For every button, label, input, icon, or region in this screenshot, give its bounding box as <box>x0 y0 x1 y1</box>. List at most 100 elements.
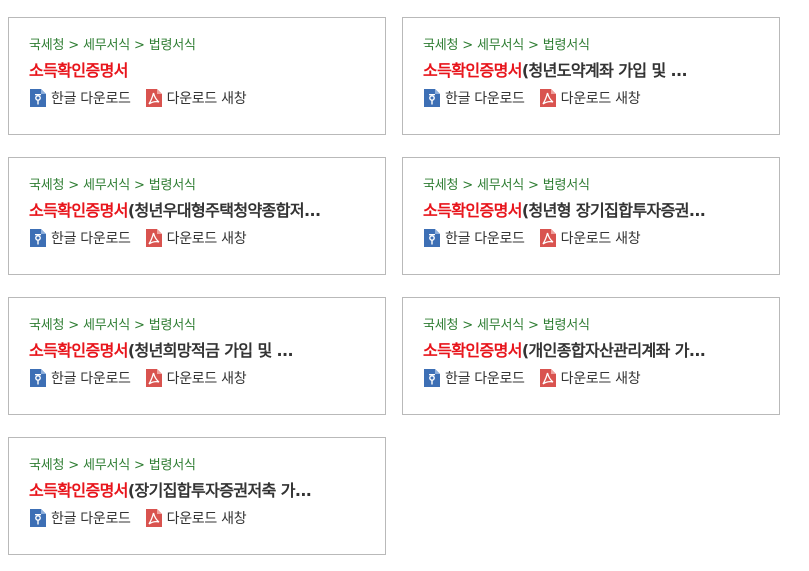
breadcrumb-separator: > <box>68 458 79 473</box>
download-actions: 한글 다운로드 다운로드 새창 <box>423 228 654 248</box>
breadcrumb: 국세청 > 세무서식 > 법령서식 <box>423 34 590 53</box>
form-title-link[interactable]: 소득확인증명서(청년도약계좌 가입 및 ... <box>423 57 763 81</box>
hwp-file-icon <box>423 368 441 388</box>
title-rest: (청년형 장기집합투자증권... <box>521 201 706 220</box>
breadcrumb-item-1[interactable]: 세무서식 <box>83 318 130 333</box>
breadcrumb-item-2[interactable]: 법령서식 <box>149 458 196 473</box>
breadcrumb: 국세청 > 세무서식 > 법령서식 <box>29 174 196 193</box>
breadcrumb-separator: > <box>134 318 145 333</box>
hwp-download-button[interactable]: 한글 다운로드 <box>29 228 131 248</box>
pdf-open-label: 다운로드 새창 <box>166 511 247 527</box>
breadcrumb-item-0[interactable]: 국세청 <box>423 318 458 333</box>
pdf-file-icon <box>145 368 163 388</box>
title-highlight: 소득확인증명서 <box>423 201 522 220</box>
breadcrumb-item-2[interactable]: 법령서식 <box>543 178 590 193</box>
hwp-download-button[interactable]: 한글 다운로드 <box>29 368 131 388</box>
breadcrumb-item-1[interactable]: 세무서식 <box>83 38 130 53</box>
pdf-open-button[interactable]: 다운로드 새창 <box>145 508 247 528</box>
form-title-link[interactable]: 소득확인증명서(개인종합자산관리계좌 가... <box>423 337 763 361</box>
form-result-card: 국세청 > 세무서식 > 법령서식 소득확인증명서(청년희망적금 가입 및 ... 한글… <box>8 297 386 415</box>
breadcrumb-separator: > <box>462 38 473 53</box>
pdf-open-button[interactable]: 다운로드 새창 <box>539 88 641 108</box>
hwp-file-icon <box>29 88 47 108</box>
hwp-file-icon <box>29 508 47 528</box>
breadcrumb-separator: > <box>528 318 539 333</box>
form-title-link[interactable]: 소득확인증명서(청년희망적금 가입 및 ... <box>29 337 369 361</box>
form-title-link[interactable]: 소득확인증명서(장기집합투자증권저축 가... <box>29 477 369 501</box>
breadcrumb-item-2[interactable]: 법령서식 <box>543 38 590 53</box>
breadcrumb-separator: > <box>462 178 473 193</box>
breadcrumb-item-0[interactable]: 국세청 <box>29 178 64 193</box>
hwp-download-button[interactable]: 한글 다운로드 <box>423 228 525 248</box>
hwp-file-icon <box>29 228 47 248</box>
hwp-download-button[interactable]: 한글 다운로드 <box>423 88 525 108</box>
title-rest: (개인종합자산관리계좌 가... <box>521 341 706 360</box>
download-actions: 한글 다운로드 다운로드 새창 <box>423 368 654 388</box>
title-rest: (장기집합투자증권저축 가... <box>127 481 312 500</box>
pdf-open-button[interactable]: 다운로드 새창 <box>539 228 641 248</box>
form-title-link[interactable]: 소득확인증명서 <box>29 57 369 81</box>
form-result-card: 국세청 > 세무서식 > 법령서식 소득확인증명서 한글 다운로드 다운로드 새… <box>8 17 386 135</box>
hwp-file-icon <box>423 88 441 108</box>
title-highlight: 소득확인증명서 <box>29 201 128 220</box>
hwp-download-button[interactable]: 한글 다운로드 <box>29 508 131 528</box>
breadcrumb-separator: > <box>462 318 473 333</box>
breadcrumb-item-0[interactable]: 국세청 <box>423 38 458 53</box>
pdf-open-button[interactable]: 다운로드 새창 <box>145 228 247 248</box>
breadcrumb-separator: > <box>528 38 539 53</box>
hwp-download-label: 한글 다운로드 <box>445 231 525 247</box>
title-rest: (청년도약계좌 가입 및 ... <box>521 61 688 80</box>
download-actions: 한글 다운로드 다운로드 새창 <box>29 508 260 528</box>
hwp-download-button[interactable]: 한글 다운로드 <box>423 368 525 388</box>
title-rest: (청년우대형주택청약종합저... <box>127 201 321 220</box>
breadcrumb-item-0[interactable]: 국세청 <box>29 318 64 333</box>
hwp-download-label: 한글 다운로드 <box>445 371 525 387</box>
form-title-link[interactable]: 소득확인증명서(청년우대형주택청약종합저... <box>29 197 369 221</box>
breadcrumb: 국세청 > 세무서식 > 법령서식 <box>29 314 196 333</box>
hwp-file-icon <box>423 228 441 248</box>
breadcrumb-separator: > <box>68 38 79 53</box>
pdf-open-button[interactable]: 다운로드 새창 <box>145 368 247 388</box>
breadcrumb-item-1[interactable]: 세무서식 <box>477 38 524 53</box>
pdf-open-label: 다운로드 새창 <box>166 91 247 107</box>
hwp-download-label: 한글 다운로드 <box>51 91 131 107</box>
hwp-download-button[interactable]: 한글 다운로드 <box>29 88 131 108</box>
title-highlight: 소득확인증명서 <box>423 341 522 360</box>
pdf-open-button[interactable]: 다운로드 새창 <box>539 368 641 388</box>
breadcrumb-item-0[interactable]: 국세청 <box>423 178 458 193</box>
breadcrumb-item-2[interactable]: 법령서식 <box>543 318 590 333</box>
breadcrumb-separator: > <box>68 318 79 333</box>
title-rest: (청년희망적금 가입 및 ... <box>127 341 294 360</box>
breadcrumb-item-0[interactable]: 국세청 <box>29 38 64 53</box>
breadcrumb: 국세청 > 세무서식 > 법령서식 <box>423 174 590 193</box>
pdf-file-icon <box>145 88 163 108</box>
download-actions: 한글 다운로드 다운로드 새창 <box>423 88 654 108</box>
form-result-card: 국세청 > 세무서식 > 법령서식 소득확인증명서(장기집합투자증권저축 가... 한글… <box>8 437 386 555</box>
breadcrumb-separator: > <box>134 38 145 53</box>
hwp-download-label: 한글 다운로드 <box>51 371 131 387</box>
title-highlight: 소득확인증명서 <box>29 341 128 360</box>
title-highlight: 소득확인증명서 <box>29 61 128 80</box>
pdf-file-icon <box>145 508 163 528</box>
breadcrumb-item-2[interactable]: 법령서식 <box>149 178 196 193</box>
title-highlight: 소득확인증명서 <box>423 61 522 80</box>
pdf-open-button[interactable]: 다운로드 새창 <box>145 88 247 108</box>
breadcrumb-item-2[interactable]: 법령서식 <box>149 318 196 333</box>
download-actions: 한글 다운로드 다운로드 새창 <box>29 228 260 248</box>
download-actions: 한글 다운로드 다운로드 새창 <box>29 88 260 108</box>
breadcrumb-item-0[interactable]: 국세청 <box>29 458 64 473</box>
breadcrumb-separator: > <box>528 178 539 193</box>
title-highlight: 소득확인증명서 <box>29 481 128 500</box>
pdf-file-icon <box>539 88 557 108</box>
form-title-link[interactable]: 소득확인증명서(청년형 장기집합투자증권... <box>423 197 763 221</box>
pdf-file-icon <box>539 228 557 248</box>
breadcrumb-item-1[interactable]: 세무서식 <box>83 178 130 193</box>
breadcrumb-item-1[interactable]: 세무서식 <box>83 458 130 473</box>
breadcrumb: 국세청 > 세무서식 > 법령서식 <box>423 314 590 333</box>
form-result-card: 국세청 > 세무서식 > 법령서식 소득확인증명서(청년형 장기집합투자증권... 한글… <box>402 157 780 275</box>
breadcrumb-item-1[interactable]: 세무서식 <box>477 178 524 193</box>
breadcrumb-separator: > <box>68 178 79 193</box>
breadcrumb-item-2[interactable]: 법령서식 <box>149 38 196 53</box>
hwp-file-icon <box>29 368 47 388</box>
breadcrumb-item-1[interactable]: 세무서식 <box>477 318 524 333</box>
